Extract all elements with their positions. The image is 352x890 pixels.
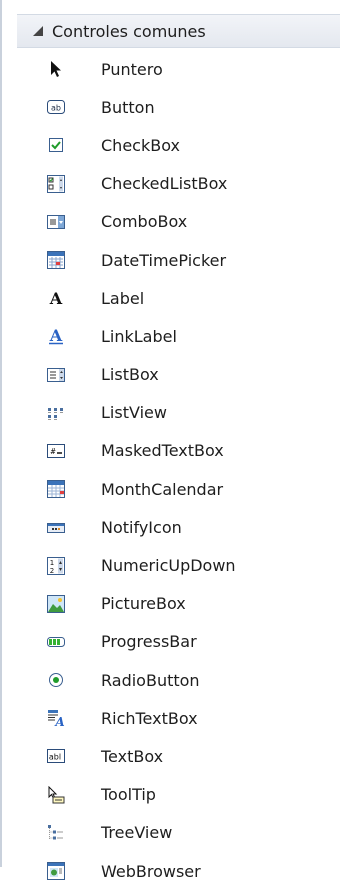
date-time-picker-icon bbox=[46, 250, 66, 270]
toolbox-item-label: ListView bbox=[101, 403, 167, 423]
toolbox-item-richtextbox[interactable]: A RichTextBox bbox=[0, 699, 340, 737]
list-view-icon bbox=[46, 403, 66, 423]
radio-button-icon bbox=[46, 670, 66, 690]
svg-text:ab: ab bbox=[51, 104, 61, 113]
toolbox-item-label: CheckedListBox bbox=[101, 174, 228, 194]
svg-text:2: 2 bbox=[50, 567, 54, 575]
toolbox-item-label: WebBrowser bbox=[101, 861, 201, 881]
link-label-icon: A bbox=[46, 326, 66, 346]
notify-icon-icon bbox=[46, 517, 66, 537]
progress-bar-icon bbox=[46, 632, 66, 652]
checked-list-box-icon bbox=[46, 174, 66, 194]
svg-text:#: # bbox=[51, 447, 56, 456]
toolbox-item-label: PictureBox bbox=[101, 594, 186, 614]
toolbox-item-label: ListBox bbox=[101, 365, 159, 385]
svg-text:1: 1 bbox=[50, 559, 54, 567]
button-icon: ab bbox=[46, 97, 66, 117]
web-browser-icon bbox=[46, 861, 66, 881]
picture-box-icon bbox=[46, 594, 66, 614]
svg-text:A: A bbox=[49, 327, 63, 345]
toolbox-item-label: NumericUpDown bbox=[101, 556, 236, 576]
collapse-triangle-icon[interactable] bbox=[32, 25, 44, 37]
toolbox-item-listbox[interactable]: ListBox bbox=[0, 356, 340, 394]
toolbox-item-label: TreeView bbox=[101, 823, 173, 843]
toolbox-item-progressbar[interactable]: ProgressBar bbox=[0, 623, 340, 661]
toolbox-item-linklabel[interactable]: A LinkLabel bbox=[0, 317, 340, 355]
toolbox-item-label: MaskedTextBox bbox=[101, 441, 224, 461]
toolbox-item-label: ProgressBar bbox=[101, 632, 197, 652]
toolbox-item-listview[interactable]: ListView bbox=[0, 394, 340, 432]
month-calendar-icon bbox=[46, 479, 66, 499]
toolbox-item-label: RadioButton bbox=[101, 670, 200, 690]
toolbox-item-picturebox[interactable]: PictureBox bbox=[0, 585, 340, 623]
toolbox-item-label: LinkLabel bbox=[101, 326, 177, 346]
toolbox-item-radiobutton[interactable]: RadioButton bbox=[0, 661, 340, 699]
toolbox-item-label-control[interactable]: A Label bbox=[0, 279, 340, 317]
svg-text:abl: abl bbox=[49, 753, 61, 762]
rich-text-box-icon: A bbox=[46, 708, 66, 728]
toolbox-item-button[interactable]: ab Button bbox=[0, 88, 340, 126]
toolbox-item-checkedlistbox[interactable]: CheckedListBox bbox=[0, 165, 340, 203]
toolbox-item-tooltip[interactable]: ToolTip bbox=[0, 776, 340, 814]
toolbox-item-label: DateTimePicker bbox=[101, 250, 227, 270]
toolbox-item-puntero[interactable]: Puntero bbox=[0, 50, 340, 88]
toolbox-item-label: TextBox bbox=[101, 746, 164, 766]
category-header-controles-comunes[interactable]: Controles comunes bbox=[17, 14, 340, 48]
toolbox-item-notifyicon[interactable]: NotifyIcon bbox=[0, 508, 340, 546]
toolbox-item-datetimepicker[interactable]: DateTimePicker bbox=[0, 241, 340, 279]
toolbox-item-label: CheckBox bbox=[101, 135, 180, 155]
toolbox-item-webbrowser[interactable]: WebBrowser bbox=[0, 852, 340, 890]
combo-box-icon bbox=[46, 212, 66, 232]
svg-text:A: A bbox=[49, 289, 63, 307]
svg-text:A: A bbox=[54, 715, 64, 727]
toolbox-panel: Controles comunes Puntero ab Button Chec… bbox=[0, 0, 340, 881]
toolbox-item-label: RichTextBox bbox=[101, 708, 198, 728]
toolbox-item-checkbox[interactable]: CheckBox bbox=[0, 126, 340, 164]
checkbox-icon bbox=[46, 135, 66, 155]
toolbox-item-numericupdown[interactable]: 12 NumericUpDown bbox=[0, 546, 340, 584]
category-header-label: Controles comunes bbox=[52, 21, 206, 41]
toolbox-item-label: Label bbox=[101, 288, 145, 308]
list-box-icon bbox=[46, 365, 66, 385]
text-box-icon: abl bbox=[46, 746, 66, 766]
masked-text-box-icon: # bbox=[46, 441, 66, 461]
toolbox-item-label: ComboBox bbox=[101, 212, 188, 232]
tree-view-icon bbox=[46, 823, 66, 843]
label-icon: A bbox=[46, 288, 66, 308]
toolbox-item-combobox[interactable]: ComboBox bbox=[0, 203, 340, 241]
toolbox-item-maskedtextbox[interactable]: # MaskedTextBox bbox=[0, 432, 340, 470]
toolbox-item-label: ToolTip bbox=[101, 785, 156, 805]
toolbox-item-label: Puntero bbox=[101, 59, 163, 79]
toolbox-item-monthcalendar[interactable]: MonthCalendar bbox=[0, 470, 340, 508]
toolbox-item-label: MonthCalendar bbox=[101, 479, 224, 499]
numeric-up-down-icon: 12 bbox=[46, 556, 66, 576]
toolbox-item-treeview[interactable]: TreeView bbox=[0, 814, 340, 852]
toolbox-item-list: Puntero ab Button CheckBox CheckedListBo… bbox=[0, 50, 340, 890]
toolbox-item-label: NotifyIcon bbox=[101, 517, 182, 537]
pointer-icon bbox=[46, 59, 66, 79]
toolbox-item-textbox[interactable]: abl TextBox bbox=[0, 737, 340, 775]
toolbox-item-label: Button bbox=[101, 97, 155, 117]
tooltip-icon bbox=[46, 785, 66, 805]
